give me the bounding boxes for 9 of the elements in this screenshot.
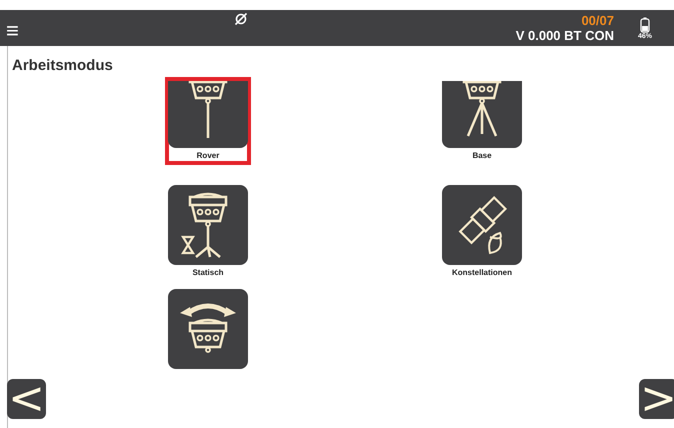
mode-tile[interactable]: Rover	[165, 77, 251, 165]
satellite-count: 00/07	[581, 13, 614, 28]
page-title: Arbeitsmodus	[11, 56, 114, 76]
next-button[interactable]: >	[639, 379, 674, 419]
no-signal-icon	[234, 12, 248, 26]
menu-button[interactable]: ≡	[6, 20, 19, 42]
previous-button[interactable]: <	[7, 379, 46, 419]
battery-icon	[640, 16, 650, 32]
connection-status: V 0.000 BT CON	[516, 28, 614, 43]
